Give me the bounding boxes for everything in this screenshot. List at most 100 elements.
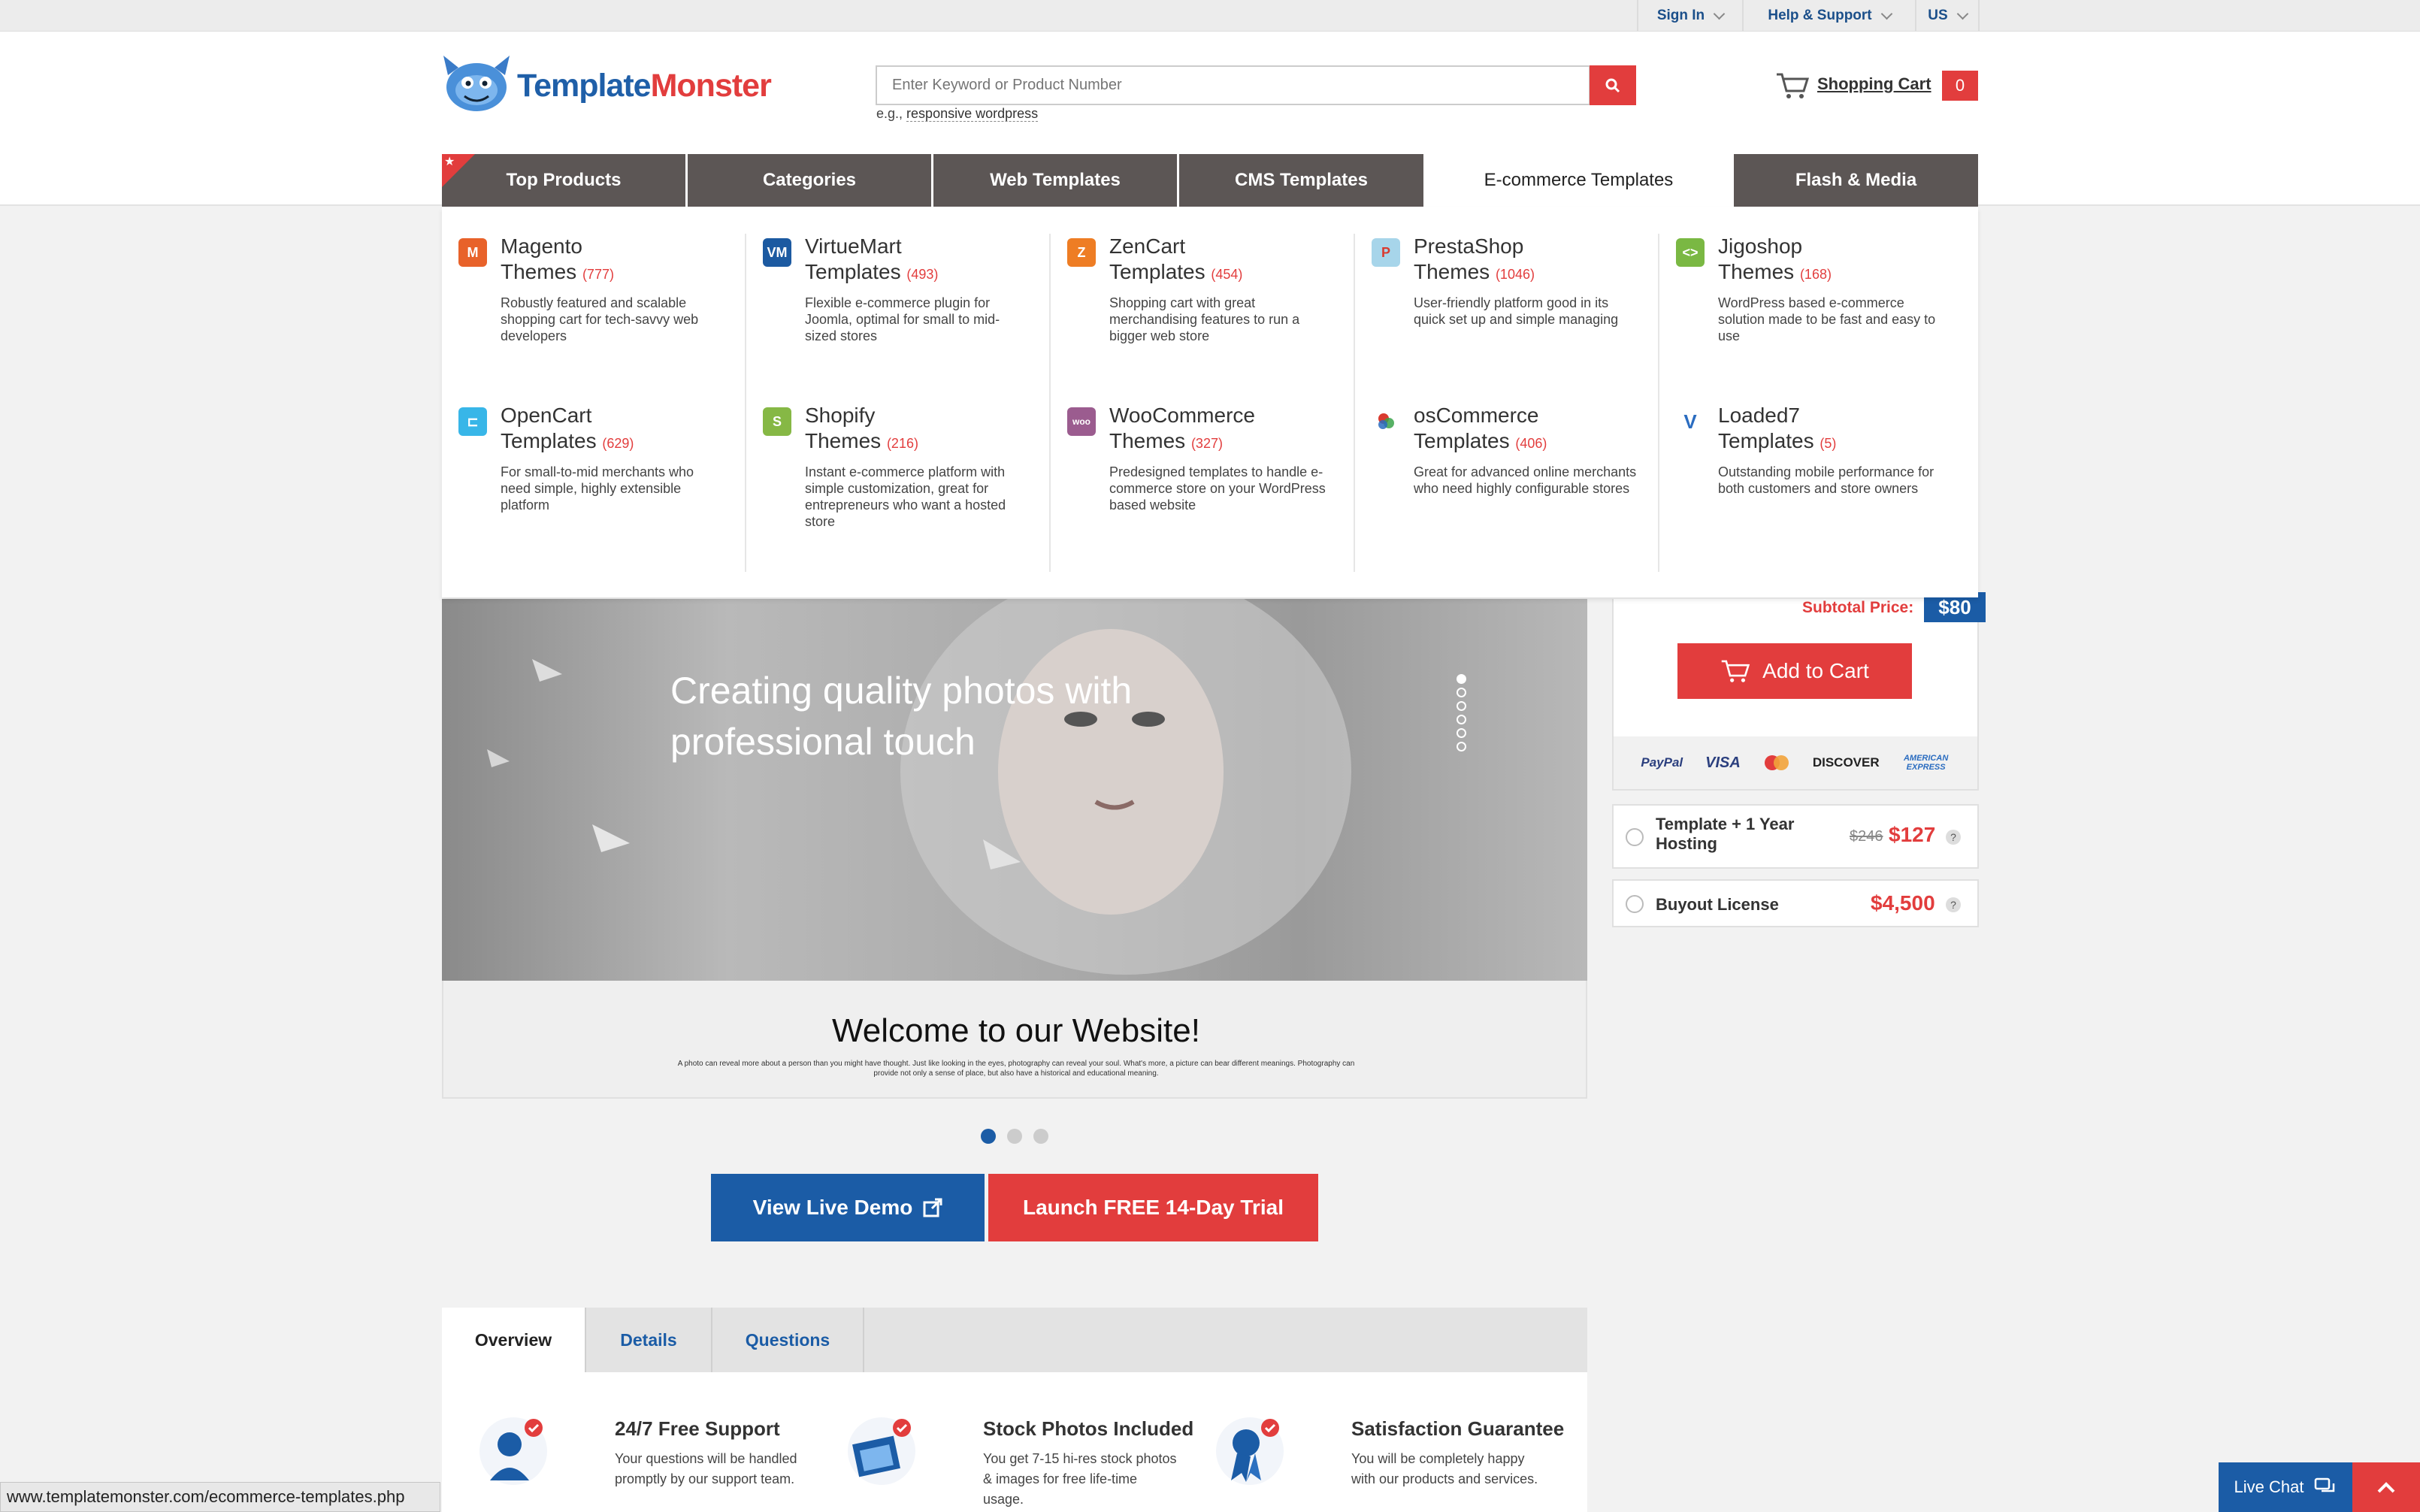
title-line1: Shopify [805,404,876,427]
search-input[interactable] [876,65,1590,105]
welcome-panel: Welcome to our Website! A photo can reve… [442,981,1587,1099]
menu-item-desc: Predesigned templates to handle e-commer… [1109,464,1326,513]
option-buyout[interactable]: Buyout License $4,500 ? [1612,879,1979,927]
menu-item-shopify[interactable]: S Shopify Themes (216) Instant e-commerce… [763,403,1030,530]
add-to-cart-button[interactable]: Add to Cart [1677,643,1912,699]
free-trial-button[interactable]: Launch FREE 14-Day Trial [988,1174,1318,1241]
chevron-down-icon [1713,8,1726,20]
slide-dot[interactable] [1457,715,1466,724]
option-label: Buyout License [1656,895,1779,914]
region-label: US [1928,8,1948,23]
support-agent-icon [479,1417,547,1485]
help-question-icon[interactable]: ? [1946,830,1961,845]
help-question-icon[interactable]: ? [1946,897,1961,912]
live-chat-button[interactable]: Live Chat [2219,1462,2352,1512]
search-hint: e.g., responsive wordpress [876,106,1039,122]
hero-photo-illustration [487,599,1351,975]
tab-flash-media[interactable]: Flash & Media [1734,154,1978,207]
virtuemart-icon: VM [763,238,791,267]
cart-icon[interactable] [1775,71,1810,104]
woocommerce-icon: woo [1067,407,1096,436]
tab-questions[interactable]: Questions [712,1308,864,1372]
menu-item-oscommerce[interactable]: osCommerce Templates (406) Great for adva… [1372,403,1639,497]
menu-item-magento[interactable]: M Magento Themes (777) Robustly featured … [458,234,726,344]
search-button[interactable] [1590,65,1636,105]
title-line1: WooCommerce [1109,404,1255,427]
title-line2: Templates [1109,260,1205,283]
menu-item-virtuemart[interactable]: VM VirtueMart Templates (493) Flexible e-… [763,234,1030,344]
title-line1: osCommerce [1414,404,1539,427]
slide-dot[interactable] [1457,701,1466,711]
tab-cms-templates[interactable]: CMS Templates [1179,154,1426,207]
feature-text: You get 7-15 hi-res stock photos & image… [983,1451,1177,1507]
menu-item-title: VirtueMart Templates (493) [805,234,1030,287]
title-line2: Templates [1718,429,1814,452]
item-count: (777) [582,267,614,282]
welcome-title: Welcome to our Website! [832,1012,1200,1049]
menu-item-desc: For small-to-mid merchants who need simp… [501,464,694,513]
menu-item-jigoshop[interactable]: <> Jigoshop Themes (168) WordPress based … [1676,234,1944,344]
option-hosting[interactable]: Template + 1 Year Hosting $246 $127 ? [1612,804,1979,869]
star-icon: ★ [444,156,455,168]
menu-item-title: Jigoshop Themes (168) [1718,234,1944,287]
pager-dot[interactable] [981,1129,996,1144]
slide-dot[interactable] [1457,728,1466,738]
tab-top-products[interactable]: Top Products [442,154,688,207]
menu-item-desc: User-friendly platform good in its quick… [1414,295,1619,327]
region-menu[interactable]: US [1915,0,1980,32]
slide-dot[interactable] [1457,688,1466,697]
option-price: $127 [1889,823,1936,846]
item-count: (629) [602,436,634,451]
logo-mascot-icon[interactable] [442,53,511,113]
sign-in-menu[interactable]: Sign In [1637,0,1742,32]
slide-dot[interactable] [1457,674,1466,684]
title-line1: Magento [501,234,582,258]
menu-item-loaded7[interactable]: V Loaded7 Templates (5) Outstanding mobil… [1676,403,1944,497]
menu-item-title: ZenCart Templates (454) [1109,234,1335,287]
menu-item-woocommerce[interactable]: woo WooCommerce Themes (327) Predesigned … [1067,403,1335,513]
hint-link[interactable]: responsive wordpress [906,106,1039,122]
view-live-demo-button[interactable]: View Live Demo [711,1174,985,1241]
help-support-menu[interactable]: Help & Support [1742,0,1915,32]
menu-item-desc: Outstanding mobile performance for both … [1718,464,1934,496]
mega-column: M Magento Themes (777) Robustly featured … [442,234,746,572]
feature-title: 24/7 Free Support [615,1417,780,1440]
scroll-top-button[interactable] [2352,1462,2420,1512]
logo-wordmark[interactable]: TemplateMonster [517,68,772,104]
pager-dot[interactable] [1007,1129,1022,1144]
menu-item-zencart[interactable]: Z ZenCart Templates (454) Shopping cart w… [1067,234,1335,344]
cart-count-badge[interactable]: 0 [1942,71,1978,101]
option-radio[interactable] [1626,828,1644,846]
option-label: Template + 1 Year Hosting [1656,815,1795,853]
menu-item-title: OpenCart Templates (629) [501,403,726,456]
slide-dot[interactable] [1457,742,1466,751]
menu-item-desc: Flexible e-commerce plugin for Joomla, o… [805,295,1000,343]
item-count: (216) [886,436,918,451]
product-tabs: Overview Details Questions [442,1308,1587,1372]
mega-column: Z ZenCart Templates (454) Shopping cart w… [1051,234,1355,572]
title-line2: Templates [501,429,597,452]
shopify-icon: S [763,407,791,436]
pager-dot[interactable] [1033,1129,1048,1144]
option-price: $4,500 [1871,891,1935,915]
tab-categories[interactable]: Categories [688,154,933,207]
shopping-cart-link[interactable]: Shopping Cart [1817,74,1931,94]
menu-item-prestashop[interactable]: P PrestaShop Themes (1046) User-friendly … [1372,234,1639,328]
menu-item-opencart[interactable]: ⊏ OpenCart Templates (629) For small-to-m… [458,403,726,513]
tab-overview[interactable]: Overview [442,1308,586,1372]
subtotal-label: Subtotal Price: [1802,599,1914,616]
menu-item-title: osCommerce Templates (406) [1414,403,1639,456]
hero-title: Creating quality photos with professiona… [670,670,1133,763]
menu-item-desc: Great for advanced online merchants who … [1414,464,1637,496]
option-radio[interactable] [1626,895,1644,913]
ecommerce-mega-menu: M Magento Themes (777) Robustly featured … [442,207,1978,597]
welcome-text: A photo can reveal more about a person t… [677,1060,1355,1078]
menu-item-desc: WordPress based e-commerce solution made… [1718,295,1936,343]
menu-item-title: Loaded7 Templates (5) [1718,403,1944,456]
add-to-cart-label: Add to Cart [1762,659,1869,682]
item-count: (168) [1799,267,1832,282]
tab-ecommerce-templates[interactable]: E-commerce Templates [1426,154,1734,207]
tab-details[interactable]: Details [586,1308,712,1372]
sign-in-label: Sign In [1656,8,1705,23]
tab-web-templates[interactable]: Web Templates [933,154,1179,207]
